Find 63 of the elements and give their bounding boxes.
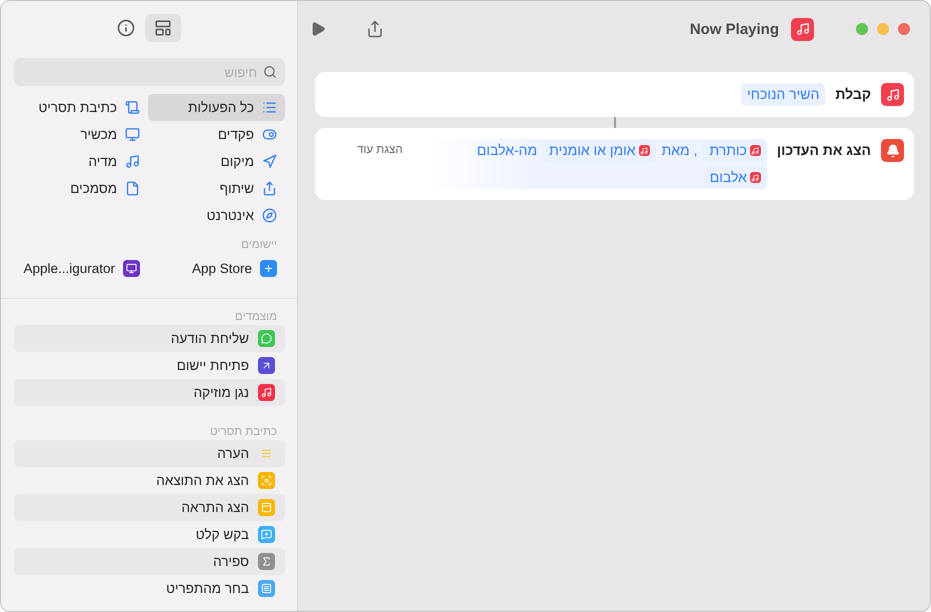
section-header: כתיבת תסריט: [209, 425, 278, 438]
action-title: הצג את העדכון: [776, 141, 871, 160]
action-item[interactable]: בקש קלט: [14, 521, 285, 548]
category-item[interactable]: שיתוף: [148, 175, 285, 202]
section-header: מוצמדים: [234, 310, 278, 323]
app-store-icon: [260, 260, 277, 277]
document-icon: [125, 181, 140, 196]
category-item[interactable]: אינטרנט: [148, 202, 285, 229]
configurator-icon: [123, 260, 140, 277]
location-arrow-icon: [262, 154, 277, 169]
action-item[interactable]: הצג את התוצאה: [14, 467, 285, 494]
sigma-icon: [258, 553, 275, 570]
app-item[interactable]: App Store: [148, 255, 285, 282]
section-header: יישומים: [240, 238, 278, 251]
library-button[interactable]: [145, 14, 181, 42]
category-item[interactable]: מדיה: [11, 148, 148, 175]
library-icon: [154, 19, 172, 37]
share-icon[interactable]: [366, 20, 384, 38]
list-icon: [262, 100, 277, 115]
action-item[interactable]: ספירה: [14, 548, 285, 575]
music-note-icon: [638, 145, 650, 156]
category-item[interactable]: כתיבת תסריט: [11, 94, 148, 121]
music-note-icon: [125, 154, 140, 169]
show-more-link[interactable]: הצגת עוד: [327, 139, 403, 162]
bell-icon: [881, 139, 904, 162]
search-field[interactable]: חיפוש: [14, 58, 285, 86]
category-item[interactable]: מיקום: [148, 148, 285, 175]
message-bubble-icon: [258, 330, 275, 347]
info-icon[interactable]: [117, 19, 135, 37]
music-note-icon: [750, 145, 761, 156]
action-item[interactable]: הערה: [14, 440, 285, 467]
action-item[interactable]: פתיחת יישום: [14, 352, 285, 379]
action-title: קבלת: [835, 85, 871, 104]
music-note-icon: [258, 384, 275, 401]
category-item[interactable]: פקדים: [148, 121, 285, 148]
toggle-icon: [262, 127, 277, 142]
parameter-text: מה-אלבום: [476, 141, 538, 160]
close-button[interactable]: [898, 23, 910, 35]
music-note-icon: [750, 172, 761, 183]
script-icon: [125, 100, 140, 115]
window-title: Now Playing: [690, 20, 779, 38]
action-item[interactable]: שליחת הודעה: [14, 325, 285, 352]
category-item[interactable]: כל הפעולות: [148, 94, 285, 121]
monitor-icon: [125, 127, 140, 142]
alert-window-icon: [258, 499, 275, 516]
action-item[interactable]: הצג התראה: [14, 494, 285, 521]
music-note-icon: [881, 83, 904, 106]
app-item[interactable]: Apple...igurator: [11, 255, 148, 282]
action-card[interactable]: הצג את העדכון כותרת , מאת אומן או אומנית מה-אלבום אלבום הצגת עוד: [315, 128, 914, 200]
music-note-icon: [791, 18, 814, 40]
action-card[interactable]: קבלת השיר הנוכחי: [315, 72, 914, 117]
parameter-text: , מאת: [662, 141, 698, 160]
play-icon[interactable]: [310, 21, 326, 37]
category-item[interactable]: מכשיר: [11, 121, 148, 148]
input-bubble-icon: [258, 526, 275, 543]
share-icon: [262, 181, 277, 196]
category-item[interactable]: מסמכים: [11, 175, 148, 202]
magnifier-icon: [258, 472, 275, 489]
search-icon: [263, 65, 277, 79]
action-item[interactable]: נגן מוזיקה: [14, 379, 285, 406]
menu-icon: [258, 580, 275, 597]
action-item[interactable]: בחר מהתפריט: [14, 575, 285, 602]
compass-icon: [262, 208, 277, 223]
